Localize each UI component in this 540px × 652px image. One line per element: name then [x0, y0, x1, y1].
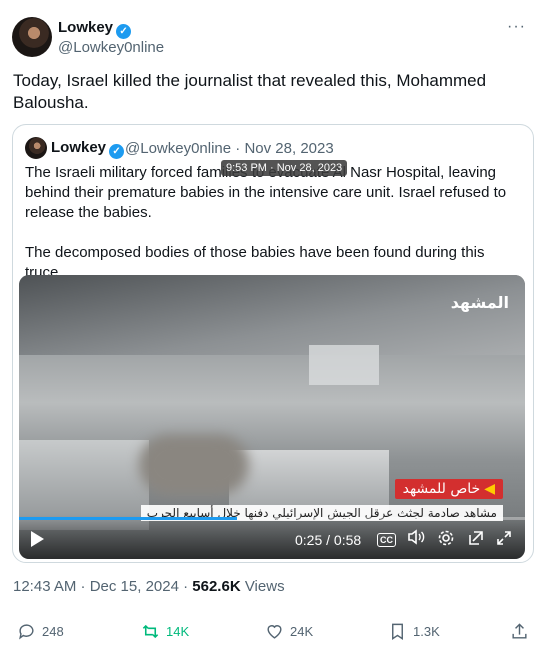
bookmark-count: 1.3K	[413, 624, 440, 639]
action-bar: 248 14K 24K 1.3K	[0, 622, 540, 646]
heart-icon	[267, 625, 282, 639]
more-options-icon[interactable]: ···	[507, 18, 526, 36]
tweet-meta: 12:43 AM · Dec 15, 2024 · 562.6K Views	[13, 578, 285, 595]
share-button[interactable]	[510, 622, 529, 641]
like-count: 24K	[290, 624, 314, 639]
play-icon[interactable]	[31, 531, 44, 547]
video-frame-ceiling	[19, 275, 525, 355]
channel-logo: المشهد	[450, 293, 509, 312]
popout-icon[interactable]	[465, 529, 487, 551]
verified-badge-icon: ✓	[116, 24, 132, 39]
like-button[interactable]: 24K	[265, 622, 313, 641]
views-label: Views	[240, 578, 285, 595]
quote-text: The Israeli military forced families to …	[25, 163, 523, 283]
repost-button[interactable]: 14K	[141, 622, 189, 641]
quote-author-avatar[interactable]	[25, 137, 47, 159]
views-count: 562.6K	[192, 578, 241, 595]
settings-gear-icon[interactable]	[435, 529, 457, 551]
repost-icon	[142, 624, 159, 639]
fullscreen-icon[interactable]	[493, 529, 515, 551]
tag-arrow-icon: ◀	[484, 481, 495, 497]
author-handle[interactable]: @Lowkey0nline	[58, 39, 164, 56]
captions-icon[interactable]: CC	[377, 533, 396, 547]
tweet-timestamp[interactable]: 12:43 AM · Dec 15, 2024 ·	[13, 578, 192, 595]
tweet-text: Today, Israel killed the journalist that…	[13, 71, 487, 112]
bookmark-button[interactable]: 1.3K	[388, 622, 440, 641]
author-avatar[interactable]	[12, 17, 52, 57]
video-time: 0:25 / 0:58	[295, 532, 362, 548]
reply-icon	[19, 624, 34, 640]
exclusive-tag: خاص للمشهد ◀	[394, 479, 503, 499]
video-player[interactable]: المشهد خاص للمشهد ◀ مشاهد صادمة لجثث عرقل…	[19, 275, 525, 559]
verified-badge-icon: ✓	[109, 144, 125, 159]
video-progress-fill	[19, 517, 237, 520]
author-name-text[interactable]: Lowkey	[58, 19, 113, 36]
author-name[interactable]: Lowkey ✓	[58, 19, 132, 39]
video-frame-window	[309, 345, 379, 385]
exclusive-tag-text: خاص للمشهد	[402, 481, 481, 497]
quote-author-name-text[interactable]: Lowkey	[51, 139, 106, 156]
quoted-tweet[interactable]: Lowkey ✓ @Lowkey0nline · Nov 28, 2023 The…	[12, 124, 534, 563]
reply-count: 248	[42, 624, 64, 639]
quote-author-name[interactable]: Lowkey ✓	[51, 139, 125, 159]
video-frame-blurred-area	[139, 435, 249, 495]
reply-button[interactable]: 248	[17, 622, 64, 641]
date-tooltip: 9:53 PM · Nov 28, 2023	[221, 160, 348, 176]
repost-count: 14K	[166, 624, 190, 639]
share-icon	[512, 623, 527, 639]
volume-icon[interactable]	[405, 529, 427, 549]
quote-handle-date[interactable]: @Lowkey0nline · Nov 28, 2023	[125, 140, 334, 157]
video-progress-bar[interactable]	[19, 517, 525, 520]
bookmark-icon	[392, 623, 403, 640]
